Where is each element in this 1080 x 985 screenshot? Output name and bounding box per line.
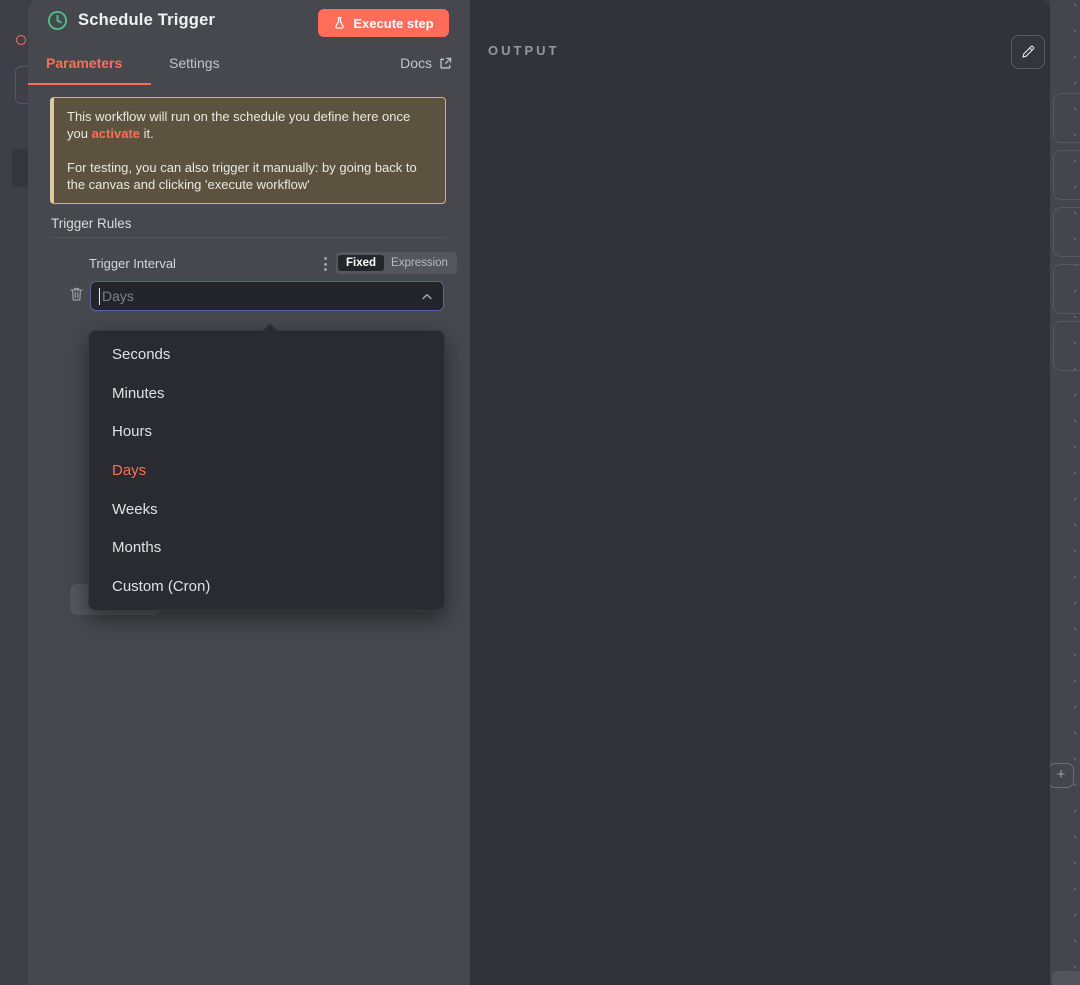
dropdown-option[interactable]: Hours <box>89 412 444 451</box>
node-fragment <box>12 149 28 187</box>
mode-fixed[interactable]: Fixed <box>338 255 385 271</box>
node-title: Schedule Trigger <box>78 11 216 29</box>
interval-dropdown: Seconds Minutes Hours Days Weeks Months Custom… <box>88 322 445 611</box>
parameters-panel: Schedule Trigger Execute step Parameters… <box>28 0 470 985</box>
docs-link[interactable]: Docs <box>400 55 452 71</box>
notice-text: it. <box>140 126 154 141</box>
side-card-outline <box>1053 93 1080 143</box>
dropdown-option[interactable]: Months <box>89 528 444 567</box>
workflow-canvas-right-strip: + <box>1050 0 1080 985</box>
output-panel-title: OUTPUT <box>488 43 560 58</box>
external-link-icon <box>440 57 452 69</box>
tab-settings[interactable]: Settings <box>169 55 220 71</box>
active-tab-underline <box>28 83 151 85</box>
mode-expression[interactable]: Expression <box>384 255 455 271</box>
workflow-canvas-left-strip <box>0 0 28 985</box>
dropdown-option[interactable]: Weeks <box>89 490 444 529</box>
docs-label: Docs <box>400 55 432 71</box>
flask-icon <box>335 17 345 29</box>
side-card-outline <box>1053 207 1080 257</box>
text-caret <box>99 288 100 305</box>
side-card-outline <box>1053 150 1080 200</box>
parameter-label: Trigger Interval <box>89 256 176 271</box>
activate-link[interactable]: activate <box>92 126 140 141</box>
trigger-interval-select[interactable]: Days <box>90 281 444 311</box>
node-details-view: Schedule Trigger Execute step Parameters… <box>28 0 1050 985</box>
side-card-outline <box>1053 321 1080 371</box>
canvas-bottom-control <box>1052 971 1080 985</box>
output-panel: OUTPUT <box>470 0 1050 985</box>
parameter-options-icon[interactable] <box>318 256 332 272</box>
section-title: Trigger Rules <box>51 216 132 231</box>
edit-output-button[interactable] <box>1011 35 1045 69</box>
execute-step-label: Execute step <box>353 15 434 31</box>
delete-rule-icon[interactable] <box>69 286 84 302</box>
notice-paragraph: For testing, you can also trigger it man… <box>67 160 417 192</box>
node-fragment-outline <box>15 66 28 104</box>
trigger-interval-value: Days <box>102 288 134 304</box>
section-divider <box>51 237 446 238</box>
execute-step-button[interactable]: Execute step <box>318 9 449 37</box>
dropdown-option[interactable]: Minutes <box>89 374 444 413</box>
dropdown-option[interactable]: Seconds <box>89 335 444 374</box>
add-node-button[interactable]: + <box>1050 763 1074 788</box>
dropdown-option[interactable]: Days <box>89 451 444 490</box>
schedule-trigger-node-icon <box>47 10 68 31</box>
dropdown-option[interactable]: Custom (Cron) <box>89 567 444 606</box>
notice-paragraph: This workflow will run on the schedule y… <box>67 108 432 142</box>
node-port-ring <box>16 35 26 45</box>
schedule-notice: This workflow will run on the schedule y… <box>50 97 446 204</box>
side-card-outline <box>1053 264 1080 314</box>
pencil-icon <box>1022 45 1035 58</box>
tab-parameters[interactable]: Parameters <box>46 55 122 71</box>
fixed-expression-toggle[interactable]: Fixed Expression <box>336 252 457 274</box>
chevron-up-icon <box>422 294 432 300</box>
